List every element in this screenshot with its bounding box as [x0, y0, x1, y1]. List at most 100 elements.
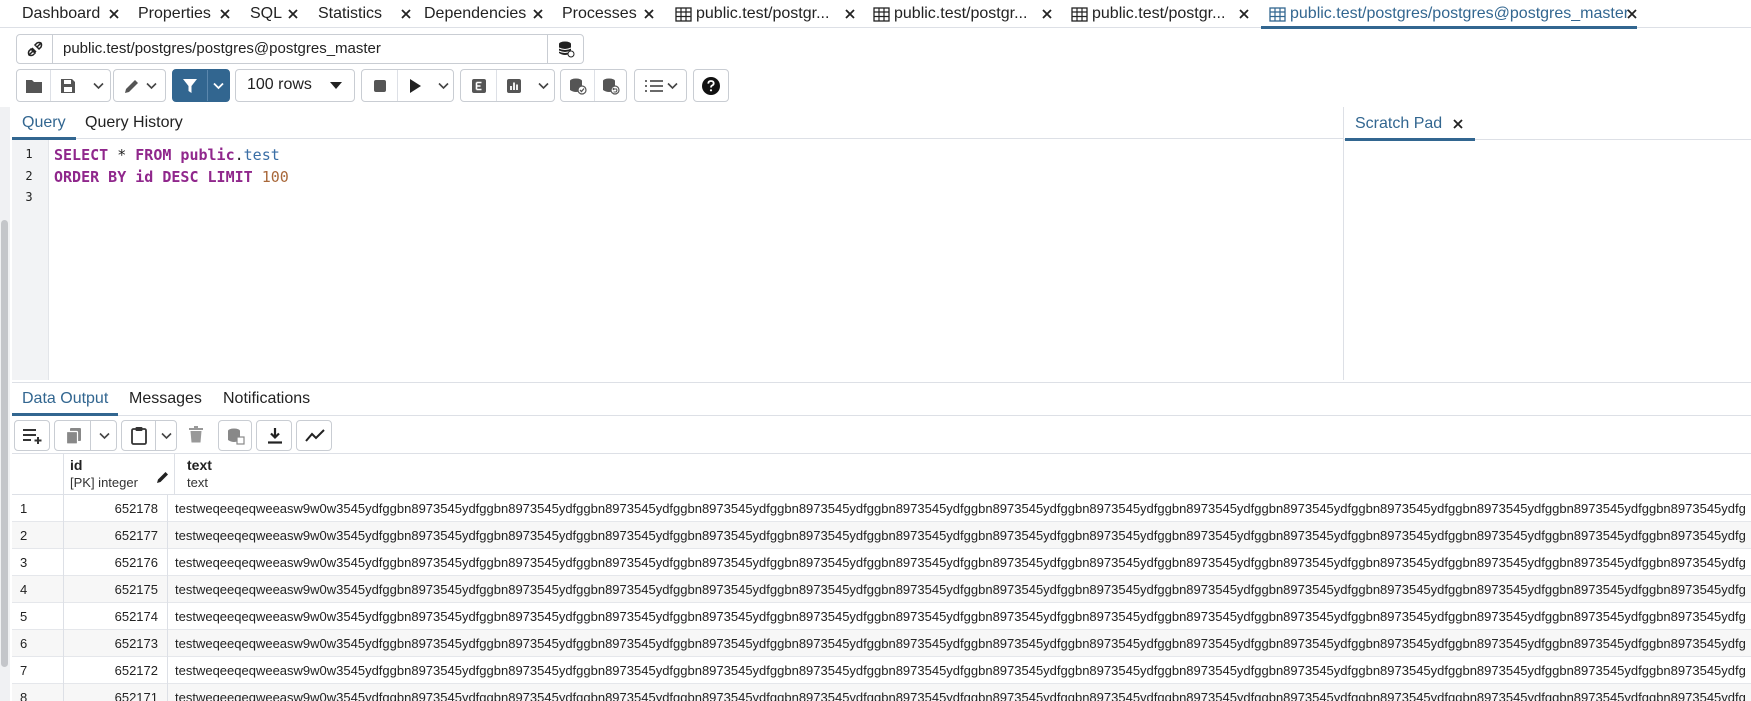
- edit-column-icon[interactable]: [156, 470, 170, 484]
- tab-query[interactable]: Query: [12, 107, 76, 140]
- cell-text[interactable]: testweqeeqeqweeasw9w0w3545ydfggbn8973545…: [175, 630, 1745, 657]
- trash-icon: [189, 426, 203, 443]
- cell-text[interactable]: testweqeeqeqweeasw9w0w3545ydfggbn8973545…: [175, 495, 1745, 522]
- table-row[interactable]: 4 652175 testweqeeqeqweeasw9w0w3545ydfgg…: [12, 576, 1751, 603]
- filter-options-dropdown[interactable]: [208, 70, 229, 101]
- cell-text[interactable]: testweqeeqeqweeasw9w0w3545ydfggbn8973545…: [175, 549, 1745, 576]
- filter-button[interactable]: [173, 70, 207, 101]
- cell-id[interactable]: 652172: [64, 657, 168, 684]
- commit-button[interactable]: [561, 70, 594, 101]
- cell-text[interactable]: testweqeeqeqweeasw9w0w3545ydfggbn8973545…: [175, 684, 1745, 701]
- connection-select[interactable]: public.test/postgres/postgres@postgres_m…: [63, 40, 381, 57]
- chevron-down-icon[interactable]: [161, 432, 172, 440]
- tab-dashboard[interactable]: Dashboard: [22, 0, 119, 28]
- tab-label: Query History: [85, 114, 183, 131]
- sql-keyword: DESC LIMIT: [162, 168, 253, 186]
- copy-button[interactable]: [55, 421, 91, 450]
- stop-button[interactable]: [362, 70, 397, 101]
- tab-statistics[interactable]: Statistics: [318, 0, 411, 28]
- sql-editor[interactable]: SELECT * FROM public.test ORDER BY id DE…: [50, 140, 1343, 380]
- cell-id[interactable]: 652174: [64, 603, 168, 630]
- tab-scratch-pad[interactable]: Scratch Pad: [1344, 107, 1476, 141]
- scrollbar-thumb[interactable]: [1, 220, 8, 667]
- new-connection-button[interactable]: [547, 35, 583, 63]
- delete-row-button[interactable]: [181, 420, 211, 451]
- editor-tab-bar: Dashboard Properties SQL Statistics Depe…: [0, 0, 1751, 29]
- close-icon[interactable]: [642, 7, 656, 21]
- column-name: text: [187, 457, 212, 473]
- tab-query-test-2[interactable]: public.test/postgr...: [873, 0, 1052, 28]
- rollback-button[interactable]: [595, 70, 626, 101]
- sql-column: id: [126, 168, 163, 186]
- tab-notifications[interactable]: Notifications: [223, 383, 310, 415]
- close-icon[interactable]: [286, 7, 300, 21]
- explain-options-dropdown[interactable]: [532, 70, 554, 101]
- cell-id[interactable]: 652173: [64, 630, 168, 657]
- add-row-button[interactable]: [14, 420, 50, 451]
- vertical-scrollbar[interactable]: [0, 107, 10, 701]
- close-icon[interactable]: [107, 7, 121, 21]
- table-row[interactable]: 5 652174 testweqeeqeqweeasw9w0w3545ydfgg…: [12, 603, 1751, 630]
- close-icon[interactable]: [1237, 7, 1251, 21]
- cell-text[interactable]: testweqeeqeqweeasw9w0w3545ydfggbn8973545…: [175, 657, 1745, 684]
- table-row[interactable]: 7 652172 testweqeeqeqweeasw9w0w3545ydfgg…: [12, 657, 1751, 684]
- tab-sql[interactable]: SQL: [250, 0, 298, 28]
- tab-messages[interactable]: Messages: [129, 383, 202, 415]
- tab-processes[interactable]: Processes: [562, 0, 654, 28]
- execute-options-dropdown[interactable]: [433, 70, 453, 101]
- close-icon[interactable]: [399, 7, 413, 21]
- tab-data-output[interactable]: Data Output: [11, 383, 119, 416]
- tab-query-history[interactable]: Query History: [85, 107, 183, 139]
- line-chart-icon: [305, 429, 325, 442]
- download-button[interactable]: [256, 420, 292, 451]
- open-file-button[interactable]: [17, 70, 50, 101]
- edit-dropdown-button[interactable]: [114, 70, 165, 101]
- table-row[interactable]: 1 652178 testweqeeqeqweeasw9w0w3545ydfgg…: [12, 495, 1751, 522]
- cell-id[interactable]: 652177: [64, 522, 168, 549]
- tab-query-test-1[interactable]: public.test/postgr...: [675, 0, 855, 28]
- close-icon[interactable]: [843, 7, 857, 21]
- save-file-button[interactable]: [51, 70, 85, 101]
- save-options-dropdown[interactable]: [87, 70, 110, 101]
- row-number: 6: [12, 630, 64, 657]
- copy-icon: [65, 428, 81, 445]
- close-icon[interactable]: [531, 7, 545, 21]
- row-number: 8: [12, 684, 64, 701]
- chevron-down-icon[interactable]: [99, 432, 110, 440]
- tab-properties[interactable]: Properties: [138, 0, 230, 28]
- execute-button[interactable]: [398, 70, 432, 101]
- tab-query-active[interactable]: public.test/postgres/postgres@postgres_m…: [1260, 0, 1638, 29]
- table-row[interactable]: 3 652176 testweqeeqeqweeasw9w0w3545ydfgg…: [12, 549, 1751, 576]
- column-header-id[interactable]: id [PK] integer: [64, 454, 175, 495]
- tab-dependencies[interactable]: Dependencies: [424, 0, 543, 28]
- cell-id[interactable]: 652175: [64, 576, 168, 603]
- cell-id[interactable]: 652178: [64, 495, 168, 522]
- cell-text[interactable]: testweqeeqeqweeasw9w0w3545ydfggbn8973545…: [175, 522, 1745, 549]
- connection-status-button[interactable]: [17, 35, 53, 63]
- cell-text[interactable]: testweqeeqeqweeasw9w0w3545ydfggbn8973545…: [175, 603, 1745, 630]
- rows-limit-select[interactable]: 100 rows: [235, 69, 355, 102]
- save-data-button[interactable]: [218, 420, 252, 451]
- paste-button[interactable]: [122, 421, 156, 450]
- macros-dropdown-button[interactable]: [635, 70, 686, 101]
- close-icon[interactable]: [1625, 7, 1639, 21]
- help-toolbar-group: [693, 69, 729, 102]
- graph-visualiser-button[interactable]: [296, 420, 332, 451]
- sql-dot: .: [234, 146, 244, 164]
- table-row[interactable]: 8 652171 testweqeeqeqweeasw9w0w3545ydfgg…: [12, 684, 1751, 701]
- tab-query-test-3[interactable]: public.test/postgr...: [1071, 0, 1249, 28]
- table-row[interactable]: 2 652177 testweqeeqeqweeasw9w0w3545ydfgg…: [12, 522, 1751, 549]
- close-icon[interactable]: [218, 7, 232, 21]
- table-icon: [1071, 6, 1088, 22]
- explain-analyze-button[interactable]: [497, 70, 531, 101]
- cell-id[interactable]: 652176: [64, 549, 168, 576]
- filter-toolbar-group: [172, 69, 230, 102]
- cell-text[interactable]: testweqeeqeqweeasw9w0w3545ydfggbn8973545…: [175, 576, 1745, 603]
- cell-id[interactable]: 652171: [64, 684, 168, 701]
- explain-button[interactable]: [461, 70, 496, 101]
- table-row[interactable]: 6 652173 testweqeeqeqweeasw9w0w3545ydfgg…: [12, 630, 1751, 657]
- close-icon[interactable]: [1040, 7, 1054, 21]
- help-button[interactable]: [694, 70, 728, 101]
- column-header-text[interactable]: text text: [175, 454, 1751, 495]
- close-icon[interactable]: [1451, 117, 1465, 131]
